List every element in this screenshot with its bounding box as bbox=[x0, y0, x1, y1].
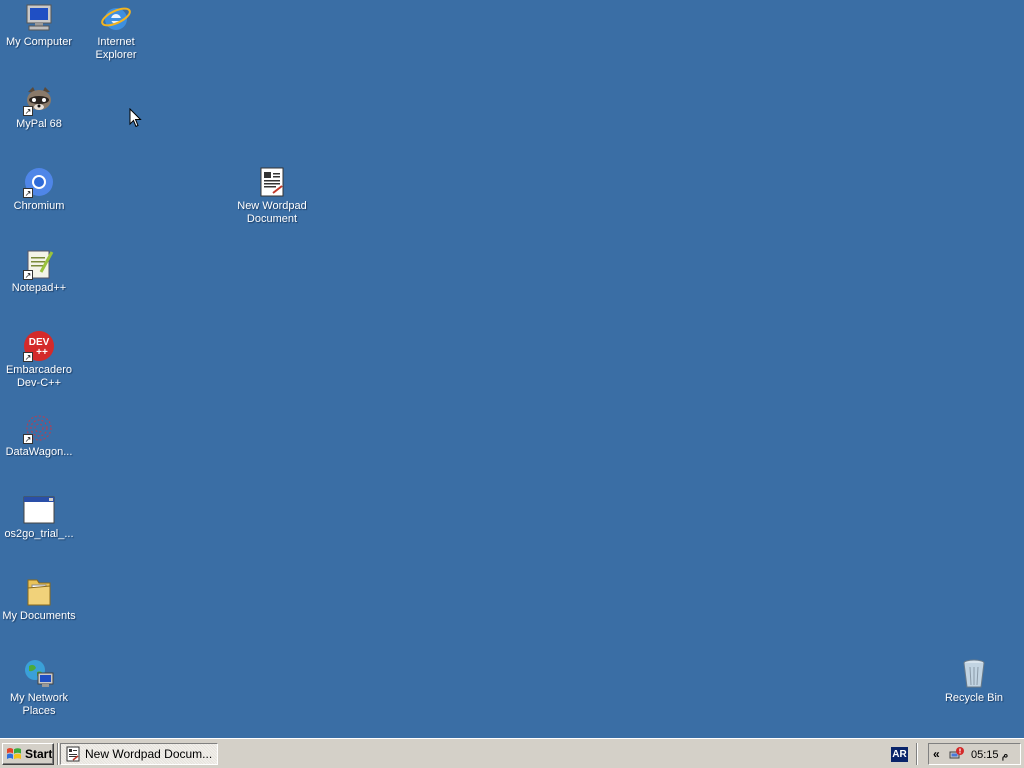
desktop-icon-label: Internet Explorer bbox=[95, 36, 137, 61]
desktop-icon-recycle-bin[interactable]: Recycle Bin bbox=[936, 658, 1012, 705]
desktop-icon-label: My Network Places bbox=[9, 692, 69, 717]
desktop-icon-new-wordpad-document[interactable]: New Wordpad Document bbox=[234, 166, 310, 226]
desktop-icon-chromium[interactable]: ↗ Chromium bbox=[1, 166, 77, 213]
desktop-icon-os2go-trial[interactable]: os2go_trial_... bbox=[1, 494, 77, 541]
desktop-icon-mypal[interactable]: ↗ MyPal 68 bbox=[1, 84, 77, 131]
desktop-icon-label: MyPal 68 bbox=[16, 118, 62, 130]
recycle-bin-icon bbox=[958, 658, 990, 690]
wordpad-icon bbox=[66, 746, 80, 762]
desktop-icon-label: Embarcadero Dev-C++ bbox=[5, 364, 73, 389]
system-tray: « 05:15 م bbox=[928, 743, 1021, 765]
desktop-icon-label: Chromium bbox=[13, 200, 65, 212]
desktop-icon-notepad-plus-plus[interactable]: ↗ Notepad++ bbox=[1, 248, 77, 295]
desktop-icon-label: My Computer bbox=[5, 36, 73, 48]
desktop-icon-my-network-places[interactable]: My Network Places bbox=[1, 658, 77, 718]
taskbar-button-wordpad[interactable]: New Wordpad Docum... bbox=[60, 743, 218, 765]
computer-icon bbox=[23, 2, 55, 34]
taskbar-separator bbox=[57, 743, 59, 765]
start-label: Start bbox=[25, 747, 53, 761]
language-indicator[interactable]: AR bbox=[891, 747, 908, 762]
desktop-icon-my-documents[interactable]: My Documents bbox=[1, 576, 77, 623]
shortcut-arrow-icon: ↗ bbox=[23, 352, 33, 362]
taskbar: Start New Wordpad Docum... AR « 05:15 م bbox=[0, 738, 1024, 768]
shortcut-arrow-icon: ↗ bbox=[23, 270, 33, 280]
desktop-icon-datawagon[interactable]: ↗ DataWagon... bbox=[1, 412, 77, 459]
internet-explorer-icon bbox=[100, 2, 132, 34]
datawagon-icon: ↗ bbox=[23, 412, 55, 444]
desktop-icon-my-computer[interactable]: My Computer bbox=[1, 2, 77, 49]
dev-cpp-badge-bottom: ++ bbox=[36, 347, 48, 358]
network-warning-icon[interactable] bbox=[948, 746, 964, 762]
desktop-icon-label: DataWagon... bbox=[5, 446, 73, 458]
shortcut-arrow-icon: ↗ bbox=[23, 434, 33, 444]
dev-cpp-icon: DEV ++ ↗ bbox=[23, 330, 55, 362]
wordpad-document-icon bbox=[256, 166, 288, 198]
desktop-icon-dev-cpp[interactable]: DEV ++ ↗ Embarcadero Dev-C++ bbox=[1, 330, 77, 390]
desktop-icon-label: My Documents bbox=[2, 610, 76, 622]
raccoon-icon: ↗ bbox=[23, 84, 55, 116]
taskbar-button-label: New Wordpad Docum... bbox=[85, 747, 213, 761]
desktop-icon-internet-explorer[interactable]: Internet Explorer bbox=[78, 2, 154, 62]
folder-icon bbox=[23, 576, 55, 608]
desktop-icon-label: Notepad++ bbox=[11, 282, 67, 294]
chromium-icon: ↗ bbox=[23, 166, 55, 198]
desktop-icon-label: New Wordpad Document bbox=[237, 200, 307, 225]
desktop-icon-label: Recycle Bin bbox=[944, 692, 1004, 704]
notepad-plus-plus-icon: ↗ bbox=[23, 248, 55, 280]
shortcut-arrow-icon: ↗ bbox=[23, 106, 33, 116]
shortcut-arrow-icon: ↗ bbox=[23, 188, 33, 198]
clock[interactable]: 05:15 م bbox=[971, 748, 1008, 761]
network-globe-icon bbox=[23, 658, 55, 690]
window-icon bbox=[23, 494, 55, 526]
windows-flag-icon bbox=[7, 748, 21, 760]
start-button[interactable]: Start bbox=[2, 743, 54, 765]
tray-expand-button[interactable]: « bbox=[933, 747, 945, 761]
mouse-cursor-icon bbox=[129, 108, 142, 128]
taskbar-separator bbox=[916, 743, 918, 765]
desktop-icon-label: os2go_trial_... bbox=[4, 528, 74, 540]
desktop[interactable]: My Computer Internet Explorer ↗ MyPal 68… bbox=[0, 0, 1024, 738]
